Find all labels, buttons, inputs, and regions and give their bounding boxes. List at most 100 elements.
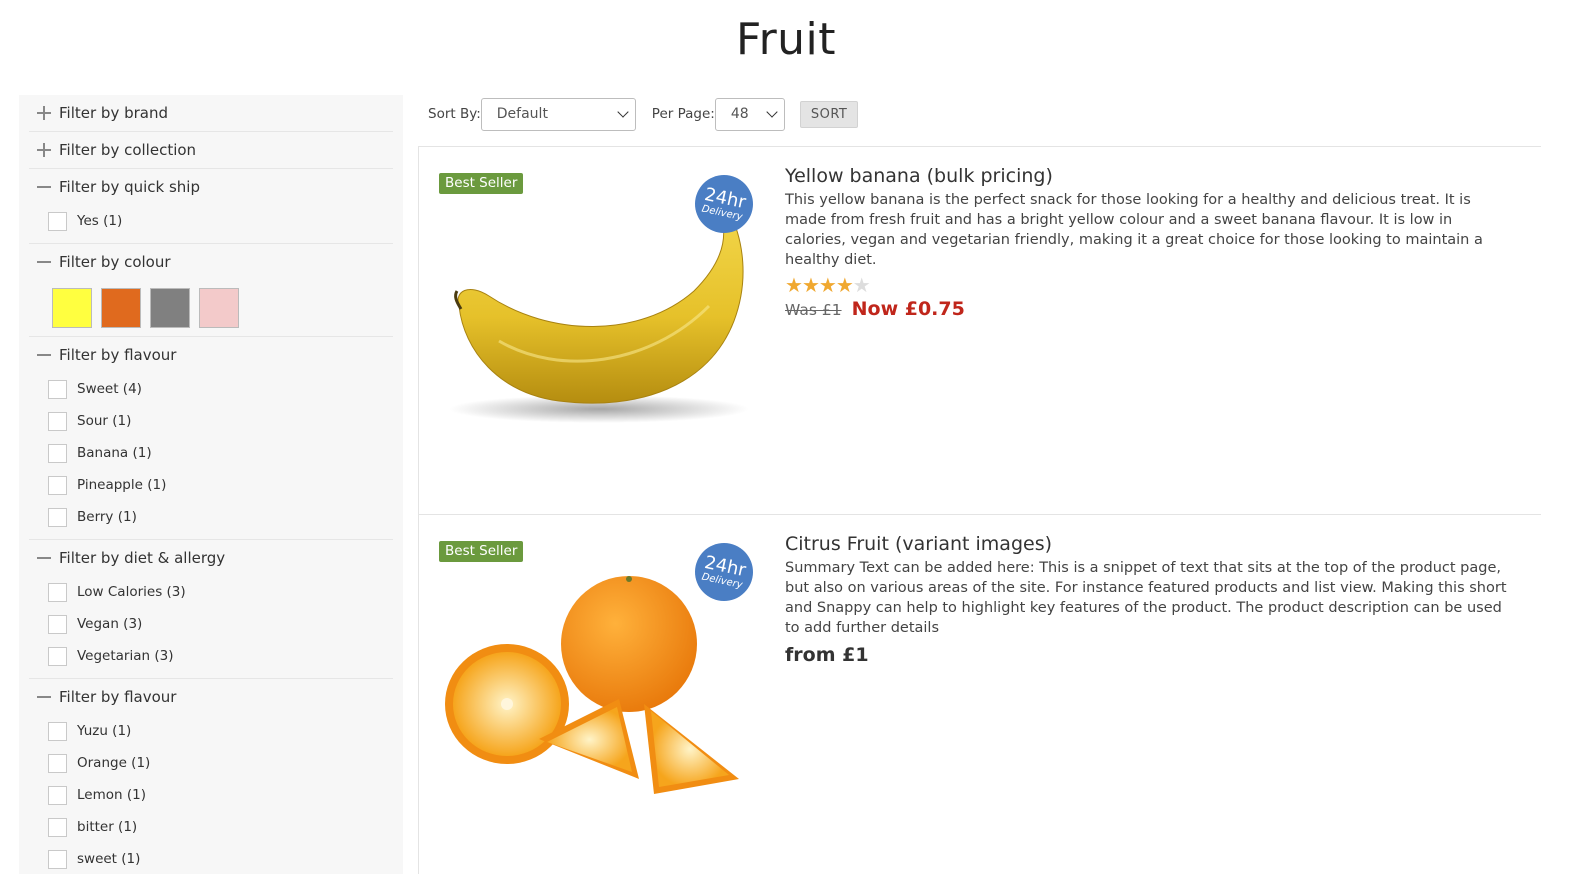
filter-option-low-calories[interactable]: Low Calories (3)	[48, 576, 393, 608]
filter-group-quick-ship: Filter by quick ship Yes (1)	[29, 169, 393, 244]
filter-option-sour[interactable]: Sour (1)	[48, 405, 393, 437]
product-info: Yellow banana (bulk pricing) This yellow…	[785, 165, 1515, 320]
filter-flavour-2-label: Filter by flavour	[59, 688, 177, 706]
filter-options: Sweet (4) Sour (1) Banana (1) Pineapple …	[29, 373, 393, 539]
swatch-grey[interactable]	[150, 288, 190, 328]
filter-brand-label: Filter by brand	[59, 104, 168, 122]
star-icon: ★	[818, 273, 837, 297]
star-icon: ★	[785, 273, 803, 297]
filter-brand-toggle[interactable]: Filter by brand	[29, 95, 393, 131]
filter-collection-toggle[interactable]: Filter by collection	[29, 132, 393, 168]
filter-diet-toggle[interactable]: Filter by diet & allergy	[29, 540, 393, 576]
option-label: Vegetarian (3)	[77, 648, 174, 664]
option-label: bitter (1)	[77, 819, 138, 835]
filter-flavour-2-toggle[interactable]: Filter by flavour	[29, 679, 393, 715]
colour-swatches	[29, 280, 393, 336]
checkbox[interactable]	[48, 443, 67, 463]
minus-icon	[37, 551, 51, 565]
filter-option-yuzu[interactable]: Yuzu (1)	[48, 715, 393, 747]
star-icon: ★	[835, 273, 854, 297]
product-description: Summary Text can be added here: This is …	[785, 560, 1507, 636]
checkbox[interactable]	[48, 211, 67, 231]
product-card: Best Seller 24hr Delivery	[418, 146, 1541, 514]
checkbox[interactable]	[48, 646, 67, 666]
chevron-down-icon	[766, 106, 778, 118]
filter-option-pineapple[interactable]: Pineapple (1)	[48, 469, 393, 501]
checkbox[interactable]	[48, 817, 67, 837]
filter-option-bitter[interactable]: bitter (1)	[48, 811, 393, 843]
filter-group-flavour-2: Filter by flavour Yuzu (1) Orange (1) Le…	[29, 679, 393, 874]
checkbox[interactable]	[48, 721, 67, 741]
plus-icon	[37, 143, 51, 157]
option-label: Vegan (3)	[77, 616, 143, 632]
product-card: Best Seller 24hr Delivery	[418, 514, 1541, 874]
checkbox[interactable]	[48, 785, 67, 805]
checkbox[interactable]	[48, 411, 67, 431]
swatch-orange[interactable]	[101, 288, 141, 328]
swatch-pink[interactable]	[199, 288, 239, 328]
option-label: Yes (1)	[77, 213, 123, 229]
rating-stars: ★★★★★	[785, 273, 1515, 297]
plus-icon	[37, 106, 51, 120]
filter-group-colour: Filter by colour	[29, 244, 393, 337]
minus-icon	[37, 690, 51, 704]
star-icon: ★	[801, 273, 820, 297]
sort-toolbar: Sort By: Default Per Page: 48 SORT	[428, 97, 859, 131]
filter-option-vegetarian[interactable]: Vegetarian (3)	[48, 640, 393, 672]
product-info: Citrus Fruit (variant images) Summary Te…	[785, 533, 1515, 666]
filter-option-banana[interactable]: Banana (1)	[48, 437, 393, 469]
per-page-label: Per Page:	[651, 106, 715, 122]
checkbox[interactable]	[48, 475, 67, 495]
filter-colour-toggle[interactable]: Filter by colour	[29, 244, 393, 280]
filter-option-sweet-2[interactable]: sweet (1)	[48, 843, 393, 874]
filter-option-berry[interactable]: Berry (1)	[48, 501, 393, 533]
per-page-select[interactable]: 48	[714, 97, 785, 131]
best-seller-badge: Best Seller	[439, 173, 524, 194]
checkbox[interactable]	[48, 507, 67, 527]
filter-flavour-label: Filter by flavour	[59, 346, 177, 364]
filter-sidebar: Filter by brand Filter by collection Fil…	[19, 95, 403, 874]
filter-options: Yes (1)	[29, 205, 393, 243]
product-price: Was £1 Now £0.75	[785, 298, 1515, 320]
star-empty-icon: ★	[852, 273, 871, 297]
checkbox[interactable]	[48, 849, 67, 869]
option-label: Orange (1)	[77, 755, 151, 771]
swatch-yellow[interactable]	[52, 288, 92, 328]
filter-group-collection: Filter by collection	[29, 132, 393, 169]
filter-option-sweet[interactable]: Sweet (4)	[48, 373, 393, 405]
checkbox[interactable]	[48, 379, 67, 399]
checkbox[interactable]	[48, 582, 67, 602]
product-description: This yellow banana is the perfect snack …	[785, 192, 1483, 268]
option-label: Low Calories (3)	[77, 584, 186, 600]
best-seller-badge: Best Seller	[439, 541, 524, 562]
filter-diet-label: Filter by diet & allergy	[59, 549, 226, 567]
checkbox[interactable]	[48, 753, 67, 773]
filter-quick-ship-toggle[interactable]: Filter by quick ship	[29, 169, 393, 205]
per-page-value: 48	[730, 106, 749, 122]
filter-option-orange[interactable]: Orange (1)	[48, 747, 393, 779]
option-label: Lemon (1)	[77, 787, 146, 803]
filter-option-lemon[interactable]: Lemon (1)	[48, 779, 393, 811]
option-label: Sour (1)	[77, 413, 132, 429]
filter-collection-label: Filter by collection	[59, 141, 197, 159]
filter-options: Low Calories (3) Vegan (3) Vegetarian (3…	[29, 576, 393, 678]
sort-by-value: Default	[496, 106, 548, 122]
option-label: Banana (1)	[77, 445, 152, 461]
filter-group-flavour: Filter by flavour Sweet (4) Sour (1) Ban…	[29, 337, 393, 540]
filter-quick-ship-label: Filter by quick ship	[59, 178, 200, 196]
filter-colour-label: Filter by colour	[59, 253, 171, 271]
sort-button[interactable]: SORT	[799, 100, 859, 128]
now-price: Now £0.75	[851, 298, 965, 320]
minus-icon	[37, 348, 51, 362]
from-price: from £1	[785, 644, 869, 666]
sort-by-select[interactable]: Default	[480, 97, 636, 131]
checkbox[interactable]	[48, 614, 67, 634]
product-title[interactable]: Yellow banana (bulk pricing)	[785, 165, 1515, 187]
filter-flavour-toggle[interactable]: Filter by flavour	[29, 337, 393, 373]
was-price: Was £1	[785, 301, 842, 319]
sort-by-label: Sort By:	[428, 106, 481, 122]
page-title: Fruit	[735, 14, 837, 65]
filter-option-vegan[interactable]: Vegan (3)	[48, 608, 393, 640]
product-title[interactable]: Citrus Fruit (variant images)	[785, 533, 1515, 555]
filter-option-yes[interactable]: Yes (1)	[48, 205, 393, 237]
